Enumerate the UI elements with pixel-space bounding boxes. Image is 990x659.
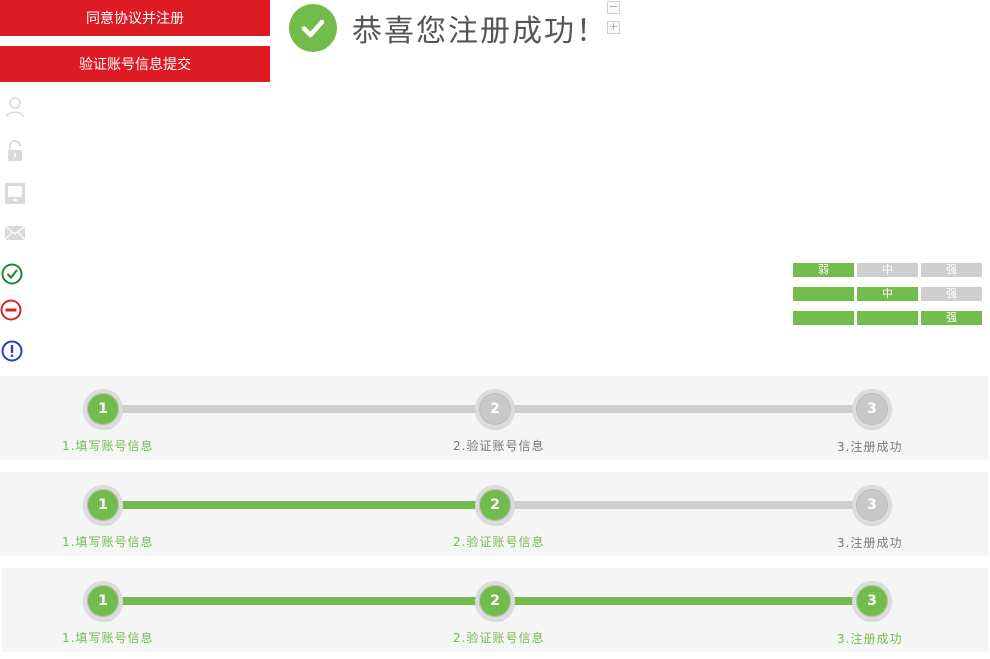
progress-panel-step1: 1 2 3 1.填写账号信息 2.验证账号信息 3.注册成功 [0,376,988,460]
step-node-1: 1 [83,389,123,429]
strength-segment: 中 [856,286,919,302]
step-node-3: 3 [852,485,892,525]
step-label-2: 2.验证账号信息 [453,631,545,645]
step-node-2: 2 [475,581,515,621]
step-node-3: 3 [852,581,892,621]
strength-segment: 中 [856,262,919,278]
step-label-1: 1.填写账号信息 [62,535,154,549]
step-label-3: 3.注册成功 [837,536,903,550]
progress-panel-step3: 1 2 3 1.填写账号信息 2.验证账号信息 3.注册成功 [2,568,988,652]
strength-segment: 强 [920,262,983,278]
plus-square-icon[interactable]: + [607,21,620,34]
strength-segment [792,286,855,302]
agree-register-button[interactable]: 同意协议并注册 [0,0,270,36]
exclamation-circle-icon [1,340,23,362]
success-title: 恭喜您注册成功！ [352,14,608,49]
computer-icon [4,183,26,205]
password-strength-strong: 强 [792,310,984,326]
step-label-1: 1.填写账号信息 [62,439,154,453]
mail-icon [4,222,26,244]
minus-square-icon[interactable]: − [607,1,620,14]
check-icon [289,4,337,52]
registration-success-banner: 恭喜您注册成功！ [289,4,608,52]
strength-segment: 强 [920,286,983,302]
strength-segment: 强 [920,310,983,326]
progress-panel-step2: 1 2 3 1.填写账号信息 2.验证账号信息 3.注册成功 [0,472,988,556]
user-icon [4,96,26,118]
step-label-3: 3.注册成功 [837,440,903,454]
password-strength-medium: 中 强 [792,286,984,302]
step-label-3: 3.注册成功 [837,632,903,646]
strength-segment [856,310,919,326]
check-circle-icon [1,263,23,285]
step-label-2: 2.验证账号信息 [453,535,545,549]
step-label-2: 2.验证账号信息 [453,439,545,453]
strength-segment: 弱 [792,262,855,278]
step-node-3: 3 [852,389,892,429]
unlock-icon [4,140,26,162]
step-label-1: 1.填写账号信息 [62,631,154,645]
step-node-1: 1 [83,581,123,621]
password-strength-weak: 弱 中 强 [792,262,984,278]
step-node-2: 2 [475,389,515,429]
verify-account-submit-button[interactable]: 验证账号信息提交 [0,46,270,82]
strength-segment [792,310,855,326]
step-node-2: 2 [475,485,515,525]
minus-circle-icon [0,299,22,321]
step-node-1: 1 [83,485,123,525]
